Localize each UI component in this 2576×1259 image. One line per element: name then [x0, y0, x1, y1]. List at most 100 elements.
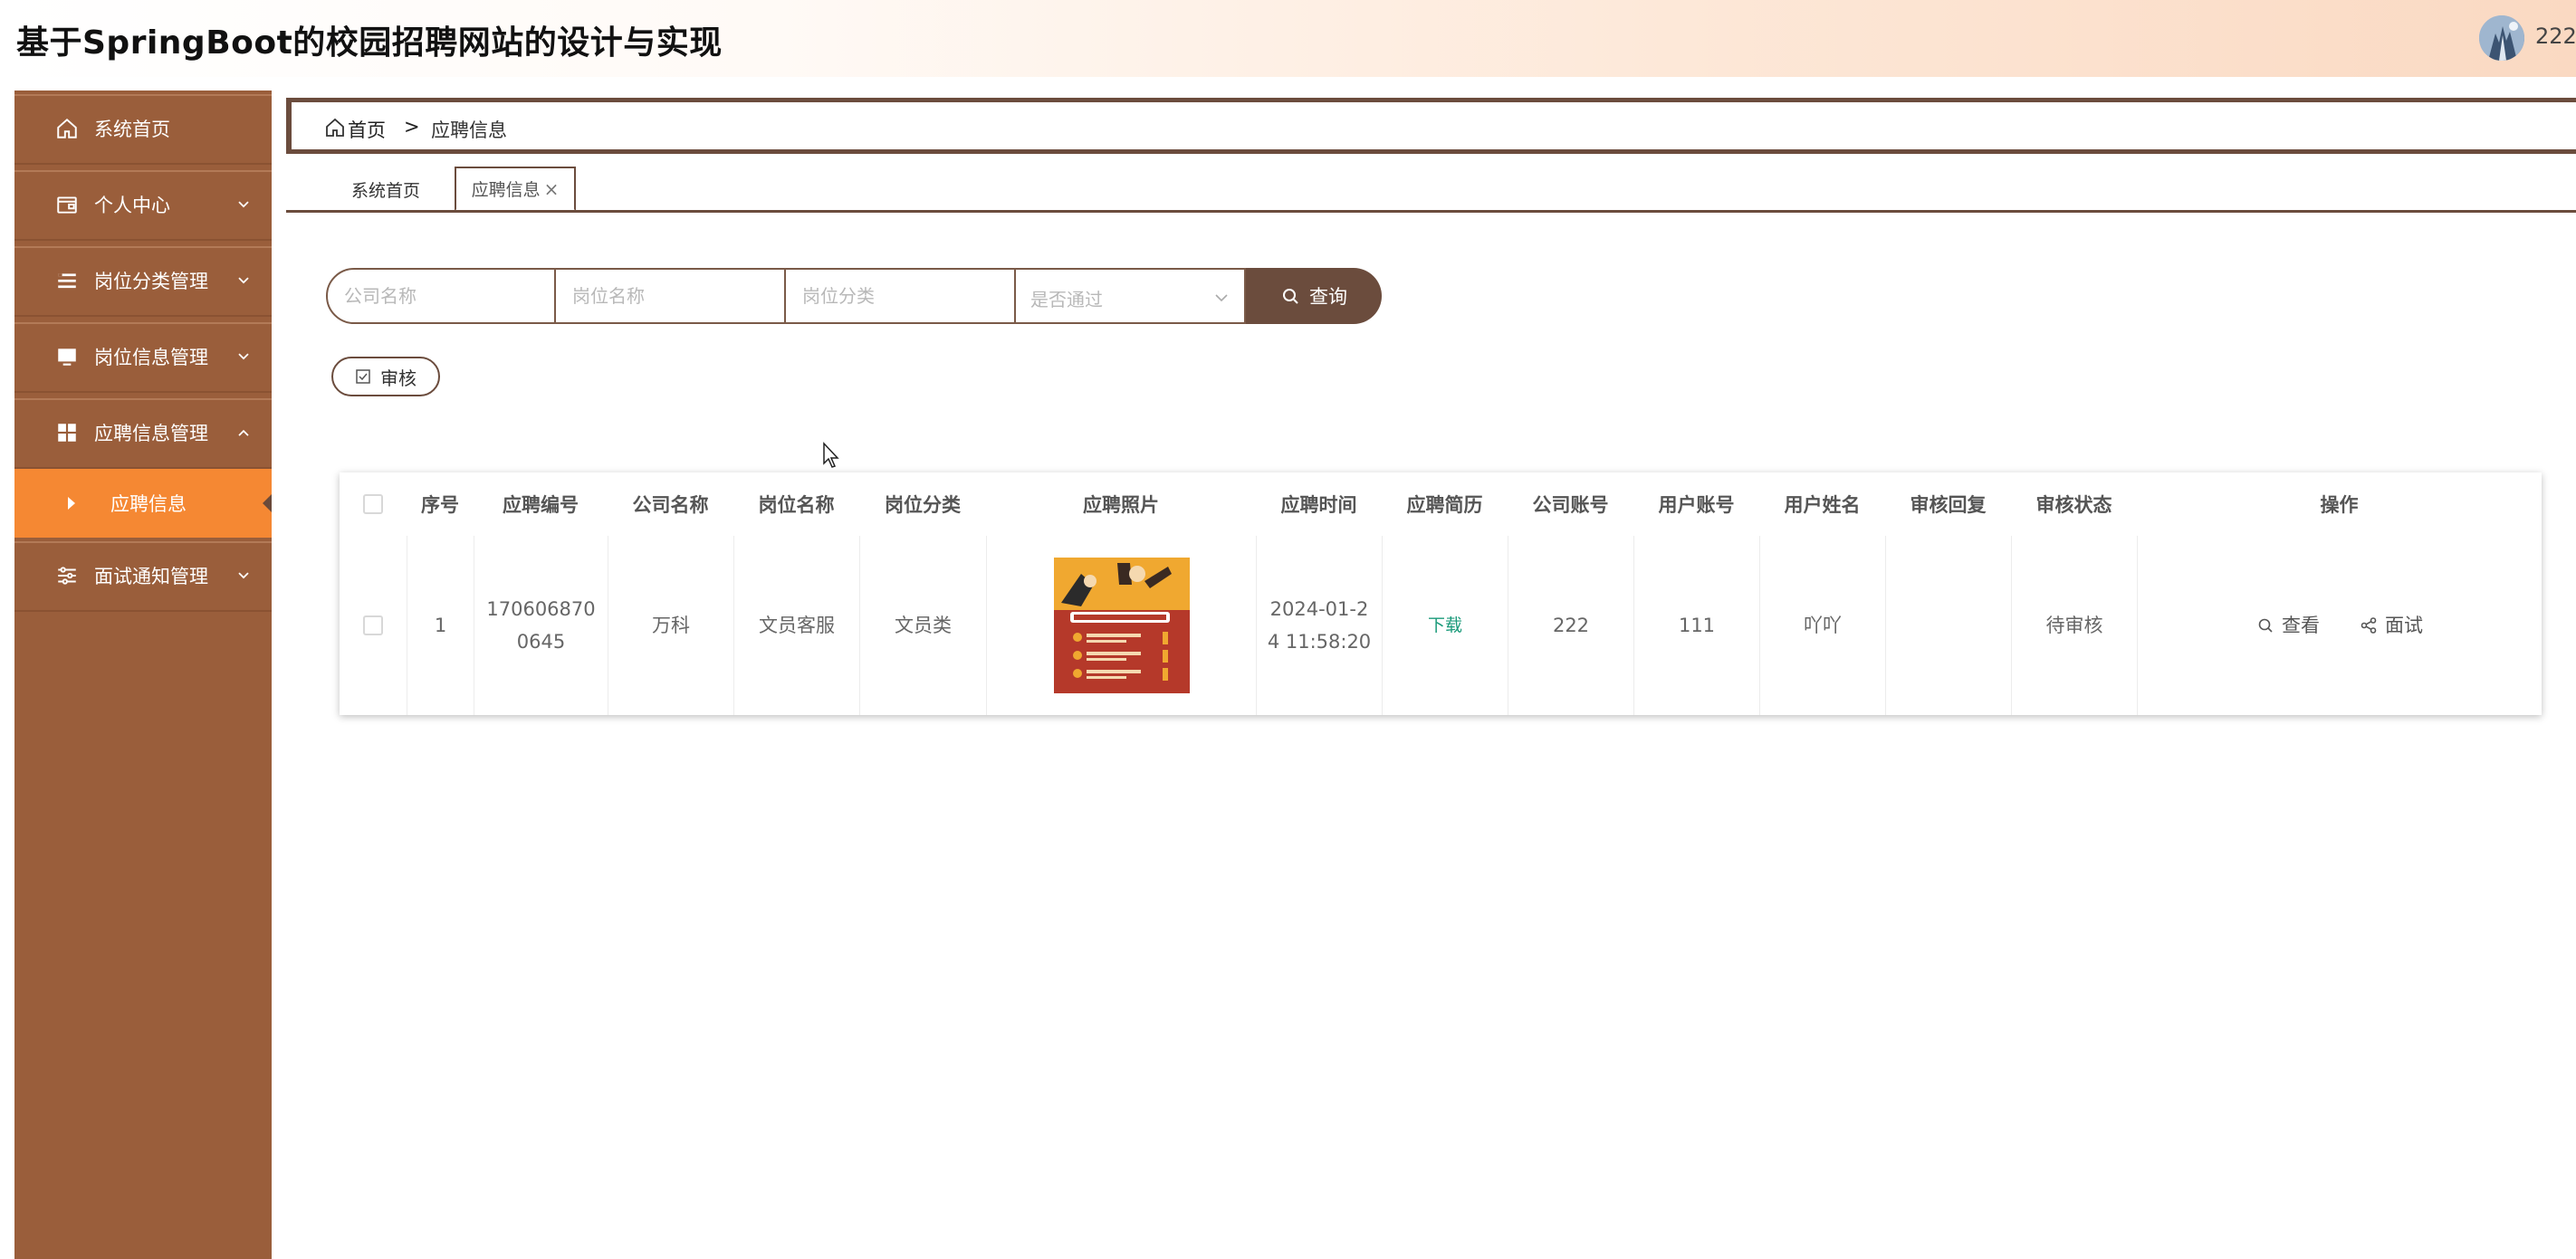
top-header: 基于SpringBoot的校园招聘网站的设计与实现 222 — [0, 0, 2576, 77]
cell-company: 万科 — [608, 536, 733, 715]
breadcrumb: 首页 > 应聘信息 — [286, 98, 2576, 154]
sidebar-item-label: 面试通知管理 — [94, 566, 208, 587]
cell-time-line1: 2024-01-2 — [1269, 598, 1369, 620]
cell-index: 1 — [407, 536, 474, 715]
search-button-label: 查询 — [1309, 286, 1347, 308]
avatar-image-icon — [2479, 15, 2524, 61]
passed-select-placeholder: 是否通过 — [1030, 289, 1103, 310]
header-app-no: 应聘编号 — [503, 494, 579, 516]
position-name-input[interactable] — [556, 268, 786, 324]
chevron-down-icon — [235, 272, 252, 288]
grid-icon — [54, 420, 80, 445]
interview-button-label: 面试 — [2385, 615, 2423, 636]
header-company-account: 公司账号 — [1532, 494, 1609, 516]
monitor-icon — [54, 344, 80, 369]
cell-time-line2: 4 11:58:20 — [1267, 631, 1372, 653]
cell-user-name: 吖吖 — [1759, 536, 1885, 715]
sidebar-item-label: 岗位信息管理 — [94, 347, 208, 368]
tab-home[interactable]: 系统首页 — [326, 168, 445, 210]
tab-application-info[interactable]: 应聘信息 × — [455, 167, 576, 212]
resume-download-link[interactable]: 下载 — [1428, 609, 1462, 642]
checkbox-icon — [356, 369, 370, 384]
search-icon — [2258, 618, 2273, 633]
sidebar-item-home[interactable]: 系统首页 — [14, 94, 272, 165]
chevron-down-icon — [235, 196, 252, 212]
cell-resume: 下载 — [1382, 536, 1508, 715]
view-button[interactable]: 查看 — [2256, 609, 2320, 642]
sidebar: 系统首页 个人中心 岗位分类管理 岗位信息管理 应聘信息管理 应聘信息 面试通知… — [14, 91, 272, 1259]
cell-photo — [986, 536, 1256, 715]
recruitment-poster-image-icon — [1053, 558, 1190, 693]
cell-position: 文员客服 — [733, 536, 859, 715]
list-icon — [54, 268, 80, 293]
wallet-icon — [54, 192, 80, 217]
select-all-cell — [340, 472, 407, 536]
sidebar-item-job-info[interactable]: 岗位信息管理 — [14, 322, 272, 393]
cell-app-no-line1: 170606870 — [486, 598, 596, 620]
header-photo: 应聘照片 — [1083, 494, 1159, 516]
header-position: 岗位名称 — [758, 494, 835, 516]
header-category: 岗位分类 — [885, 494, 961, 516]
sidebar-item-application[interactable]: 应聘信息管理 — [14, 398, 272, 469]
tab-label: 系统首页 — [350, 180, 420, 201]
application-table: 序号 应聘编号 公司名称 岗位名称 岗位分类 应聘照片 应聘时间 应聘简历 公司… — [340, 472, 2542, 715]
breadcrumb-current: 应聘信息 — [431, 119, 507, 141]
cell-audit-status: 待审核 — [2011, 536, 2137, 715]
header-resume: 应聘简历 — [1406, 494, 1483, 516]
view-button-label: 查看 — [2282, 615, 2320, 636]
header-actions: 操作 — [2320, 494, 2359, 516]
app-root: 基于SpringBoot的校园招聘网站的设计与实现 222 系统首页 个人中心 — [0, 0, 2576, 1259]
audit-button[interactable]: 审核 — [331, 357, 440, 396]
cell-user-account: 111 — [1633, 536, 1759, 715]
table-header-row: 序号 应聘编号 公司名称 岗位名称 岗位分类 应聘照片 应聘时间 应聘简历 公司… — [340, 472, 2542, 536]
audit-button-label: 审核 — [380, 367, 417, 389]
breadcrumb-separator: > — [404, 116, 420, 138]
interview-button[interactable]: 面试 — [2360, 609, 2423, 642]
share-icon — [2361, 617, 2377, 634]
sidebar-item-label: 岗位分类管理 — [94, 271, 208, 292]
chevron-down-icon — [235, 348, 252, 364]
header-user-account: 用户账号 — [1658, 494, 1735, 516]
tab-label: 应聘信息 — [471, 180, 541, 200]
sidebar-item-interview[interactable]: 面试通知管理 — [14, 541, 272, 612]
position-category-input[interactable] — [786, 268, 1016, 324]
cell-app-no: 170606870 0645 — [474, 536, 608, 715]
row-select-cell — [340, 536, 407, 715]
caret-right-icon — [68, 497, 75, 510]
sidebar-subitem-application-info[interactable]: 应聘信息 — [14, 469, 272, 538]
sidebar-item-label: 个人中心 — [94, 195, 170, 216]
site-title: 基于SpringBoot的校园招聘网站的设计与实现 — [16, 24, 723, 62]
search-bar: 是否通过 查询 — [326, 268, 1382, 324]
row-checkbox[interactable] — [363, 615, 383, 635]
chevron-up-icon — [235, 424, 252, 440]
header-audit-status: 审核状态 — [2035, 494, 2112, 516]
select-all-checkbox[interactable] — [363, 494, 383, 514]
sidebar-subitem-label: 应聘信息 — [110, 493, 187, 515]
breadcrumb-home[interactable]: 首页 — [348, 116, 386, 143]
sidebar-item-personal[interactable]: 个人中心 — [14, 170, 272, 241]
cell-category: 文员类 — [859, 536, 986, 715]
home-icon — [54, 116, 80, 141]
sidebar-item-label: 应聘信息管理 — [94, 423, 208, 444]
sliders-icon — [54, 563, 80, 588]
company-name-input[interactable] — [326, 268, 556, 324]
chevron-down-icon — [1215, 294, 1228, 302]
header-user-name: 用户姓名 — [1784, 494, 1861, 516]
header-company: 公司名称 — [632, 494, 709, 516]
cell-audit-reply — [1885, 536, 2011, 715]
cell-company-account: 222 — [1508, 536, 1633, 715]
cell-actions: 查看 面试 — [2137, 536, 2542, 715]
cell-app-no-line2: 0645 — [516, 631, 566, 653]
search-button[interactable]: 查询 — [1246, 268, 1382, 324]
header-time: 应聘时间 — [1280, 494, 1357, 516]
active-indicator — [263, 494, 272, 512]
passed-select[interactable]: 是否通过 — [1016, 268, 1246, 324]
header-index: 序号 — [421, 494, 459, 516]
cell-time: 2024-01-2 4 11:58:20 — [1256, 536, 1382, 715]
search-icon — [1283, 289, 1298, 304]
sidebar-item-job-category[interactable]: 岗位分类管理 — [14, 246, 272, 317]
avatar[interactable] — [2479, 15, 2524, 61]
close-icon[interactable]: × — [544, 178, 560, 200]
header-username[interactable]: 222 — [2535, 24, 2576, 49]
application-photo[interactable] — [1053, 558, 1190, 693]
